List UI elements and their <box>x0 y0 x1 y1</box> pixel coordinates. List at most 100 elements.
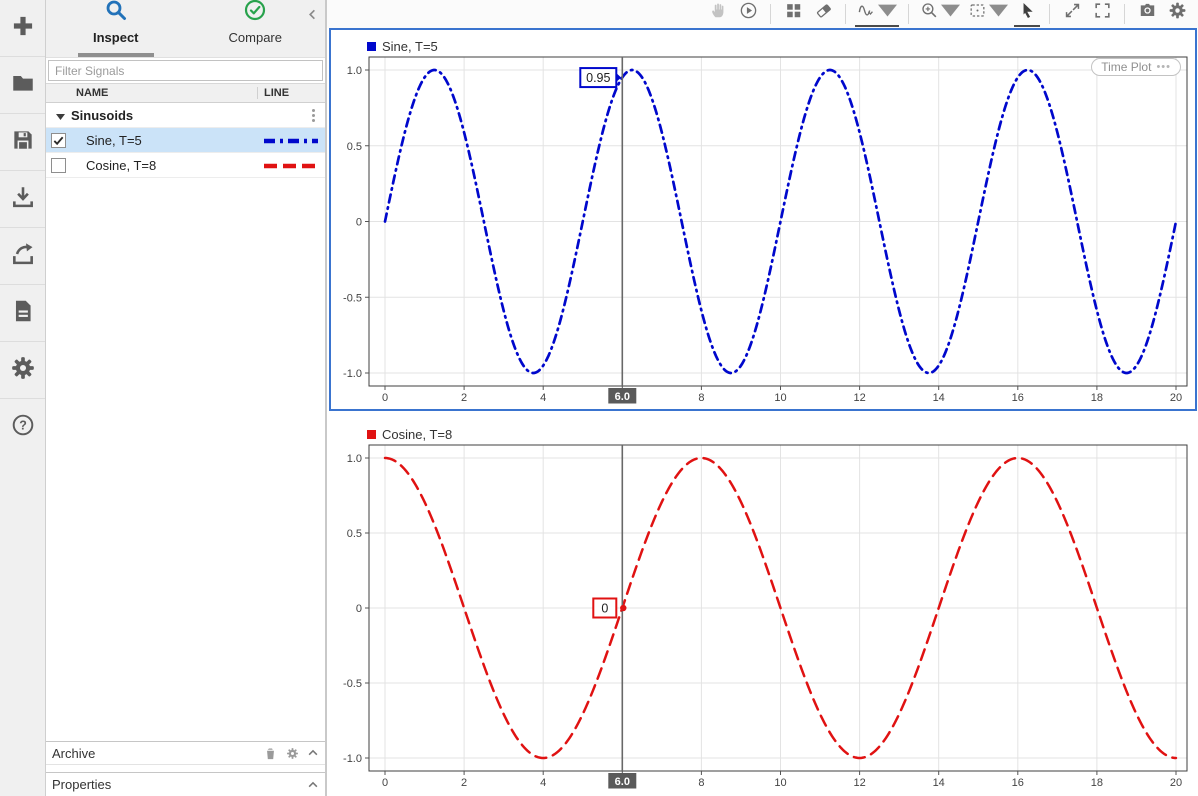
kebab-menu-icon[interactable] <box>312 109 315 122</box>
fullscreen-icon <box>1093 1 1112 25</box>
legend-swatch <box>367 430 376 439</box>
time-plot-cosine[interactable]: Cosine, T=8 0248101214161820-1.0-0.500.5… <box>329 416 1197 796</box>
svg-text:8: 8 <box>698 777 704 789</box>
properties-bar[interactable]: Properties <box>46 772 325 796</box>
svg-text:0: 0 <box>356 603 362 615</box>
replay-button[interactable] <box>735 1 761 27</box>
layout-button[interactable] <box>780 1 806 27</box>
new-button[interactable] <box>0 0 45 57</box>
zoom-button[interactable] <box>918 1 962 27</box>
chevron-up-icon[interactable] <box>307 779 319 791</box>
filter-row <box>46 58 325 83</box>
cosine-plot-canvas[interactable]: 0248101214161820-1.0-0.500.51.006.0 <box>331 418 1195 794</box>
help-button[interactable]: ? <box>0 399 45 456</box>
collapse-panel-button[interactable] <box>306 8 319 26</box>
svg-text:0: 0 <box>382 777 388 789</box>
svg-text:16: 16 <box>1012 392 1024 404</box>
left-toolbar: ? <box>0 0 46 796</box>
chevron-down-icon <box>878 1 897 25</box>
folder-icon <box>10 70 36 101</box>
badge-dots-icon: ••• <box>1156 61 1171 73</box>
svg-text:14: 14 <box>933 777 945 789</box>
gear-icon[interactable] <box>286 747 299 760</box>
signal-name: Cosine, T=8 <box>66 158 263 173</box>
legend-label: Cosine, T=8 <box>382 427 452 442</box>
fit-to-view-button[interactable] <box>966 1 1010 27</box>
pointer-icon <box>1018 1 1037 25</box>
sine-checkbox[interactable] <box>51 133 66 148</box>
sine-plot-canvas[interactable]: 0248101214161820-1.0-0.500.51.00.956.0 <box>331 30 1195 409</box>
archive-bar[interactable]: Archive <box>46 741 325 764</box>
column-name: NAME <box>46 87 257 99</box>
time-plot-badge[interactable]: Time Plot ••• <box>1091 58 1181 76</box>
tab-compare[interactable]: Compare <box>210 0 300 57</box>
signal-name: Sine, T=5 <box>66 133 263 148</box>
expand-icon <box>1063 1 1082 25</box>
plot-settings-button[interactable] <box>1164 1 1190 27</box>
cursor-time-label: 6.0 <box>615 776 630 788</box>
time-plot-sine[interactable]: Sine, T=5 Time Plot ••• 0248101214161820… <box>329 28 1197 411</box>
legend-label: Sine, T=5 <box>382 39 438 54</box>
signal-row-cosine[interactable]: Cosine, T=8 <box>46 153 325 178</box>
plots-container: Sine, T=5 Time Plot ••• 0 2 4 8 10 12 14 16 18 20… <box>327 28 1198 796</box>
svg-text:?: ? <box>19 419 27 433</box>
tab-compare-label: Compare <box>229 30 282 50</box>
svg-text:10: 10 <box>774 392 786 404</box>
cursor-value-label: 0.95 <box>586 71 610 85</box>
gear-icon <box>10 355 36 386</box>
help-icon: ? <box>10 412 36 443</box>
svg-text:20: 20 <box>1170 392 1182 404</box>
pan-button[interactable] <box>705 1 731 27</box>
signal-table-header: NAME LINE <box>46 83 325 103</box>
triangle-down-icon[interactable] <box>56 108 65 123</box>
plot-toolbar <box>327 0 1198 28</box>
clear-plots-button[interactable] <box>810 1 836 27</box>
pointer-button[interactable] <box>1014 1 1040 27</box>
svg-text:12: 12 <box>853 392 865 404</box>
trash-icon[interactable] <box>263 746 278 761</box>
svg-text:-1.0: -1.0 <box>343 368 362 380</box>
check-circle-icon <box>243 0 267 27</box>
open-button[interactable] <box>0 57 45 114</box>
svg-text:2: 2 <box>461 777 467 789</box>
legend-swatch <box>367 42 376 51</box>
import-button[interactable] <box>0 171 45 228</box>
signal-panel: Inspect Compare NAME LINE Sinusoids Sine… <box>46 0 327 796</box>
svg-text:20: 20 <box>1170 777 1182 789</box>
replay-icon <box>739 1 758 25</box>
signal-row-sine[interactable]: Sine, T=5 <box>46 128 325 153</box>
expand-button[interactable] <box>1059 1 1085 27</box>
report-icon <box>10 298 36 329</box>
signal-list-empty-area <box>46 178 325 741</box>
fit-view-icon <box>968 1 987 25</box>
fullscreen-button[interactable] <box>1089 1 1115 27</box>
gear-icon <box>1168 1 1187 25</box>
svg-text:4: 4 <box>540 777 546 789</box>
svg-text:4: 4 <box>540 392 546 404</box>
sine-line-sample <box>263 133 325 148</box>
plot-area: Sine, T=5 Time Plot ••• 0 2 4 8 10 12 14 16 18 20… <box>327 0 1198 796</box>
mode-tabs: Inspect Compare <box>46 0 325 58</box>
filter-signals-input[interactable] <box>48 60 323 81</box>
svg-text:-0.5: -0.5 <box>343 678 362 690</box>
svg-text:1.0: 1.0 <box>347 453 362 465</box>
save-button[interactable] <box>0 114 45 171</box>
panel-gap <box>46 764 325 772</box>
signal-group-sinusoids[interactable]: Sinusoids <box>46 103 325 128</box>
export-icon <box>10 241 36 272</box>
data-cursors-button[interactable] <box>855 1 899 27</box>
chevron-up-icon[interactable] <box>307 747 319 759</box>
zoom-in-icon <box>920 1 939 25</box>
cosine-checkbox[interactable] <box>51 158 66 173</box>
camera-icon <box>1138 1 1157 25</box>
tab-inspect[interactable]: Inspect <box>71 0 161 57</box>
svg-text:18: 18 <box>1091 777 1103 789</box>
plot-legend: Cosine, T=8 <box>367 427 452 442</box>
svg-text:0: 0 <box>382 392 388 404</box>
preferences-button[interactable] <box>0 342 45 399</box>
export-button[interactable] <box>0 228 45 285</box>
report-button[interactable] <box>0 285 45 342</box>
svg-text:14: 14 <box>933 392 945 404</box>
snapshot-button[interactable] <box>1134 1 1160 27</box>
archive-label: Archive <box>52 746 95 761</box>
